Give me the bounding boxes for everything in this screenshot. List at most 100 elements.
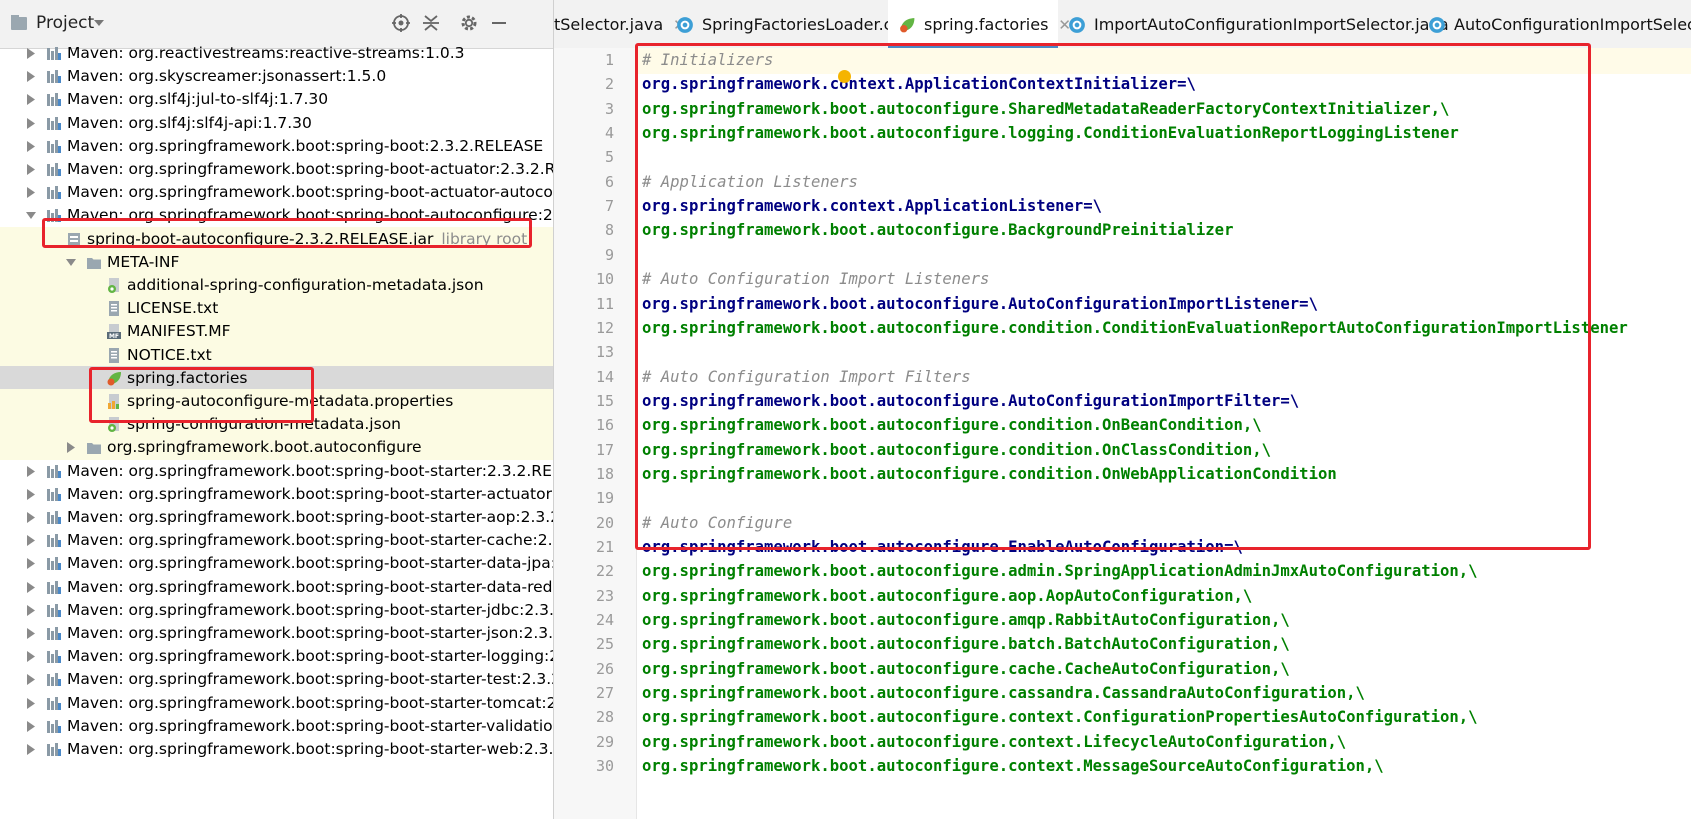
line-number: 13 — [595, 343, 614, 362]
collapsed-arrow-icon[interactable] — [26, 628, 36, 639]
tree-row[interactable]: Maven: org.springframework.boot:spring-b… — [0, 737, 553, 762]
tree-row[interactable]: Maven: org.slf4j:jul-to-slf4j:1.7.30 — [0, 87, 553, 112]
tree-row[interactable]: Maven: org.springframework.boot:spring-b… — [0, 528, 553, 553]
tree-row[interactable]: Maven: org.slf4j:slf4j-api:1.7.30 — [0, 111, 553, 136]
project-panel-title[interactable]: Project — [36, 13, 94, 33]
line-number: 20 — [595, 513, 614, 532]
collapsed-arrow-icon[interactable] — [26, 117, 36, 129]
collapsed-arrow-icon[interactable] — [26, 604, 36, 616]
tree-row[interactable]: org.springframework.boot.autoconfigure — [0, 435, 553, 461]
line-number: 29 — [595, 732, 614, 751]
tree-row[interactable]: MF MANIFEST.MF — [0, 319, 553, 345]
expanded-arrow-icon[interactable] — [66, 257, 76, 268]
collapsed-arrow-icon[interactable] — [26, 744, 36, 755]
library-icon — [46, 509, 62, 526]
collapsed-arrow-icon[interactable] — [66, 442, 76, 454]
collapsed-arrow-icon[interactable] — [26, 581, 36, 593]
collapsed-arrow-icon[interactable] — [26, 465, 36, 477]
tree-row-label: org.springframework.boot.autoconfigure — [107, 438, 422, 457]
collapsed-arrow-icon[interactable] — [26, 94, 36, 106]
tree-row[interactable]: Maven: org.skyscreamer:jsonassert:1.5.0 — [0, 64, 553, 89]
line-number: 19 — [595, 489, 614, 508]
line-number: 9 — [604, 245, 614, 264]
library-icon — [46, 68, 62, 85]
line-number: 3 — [604, 99, 614, 118]
folder-icon — [86, 439, 102, 456]
property-value-line: org.springframework.boot.autoconfigure.c… — [642, 757, 1384, 776]
line-number: 1 — [604, 51, 614, 69]
tree-row[interactable]: Maven: org.springframework.boot:spring-b… — [0, 575, 553, 600]
property-value-line: org.springframework.boot.autoconfigure.c… — [642, 732, 1347, 751]
tree-row[interactable]: Maven: org.springframework.boot:spring-b… — [0, 644, 553, 669]
line-number: 15 — [595, 391, 614, 410]
editor-tab[interactable]: spring.factories ✕ — [888, 0, 1071, 48]
collapsed-arrow-icon[interactable] — [26, 720, 36, 732]
tree-row-label: Maven: org.springframework.boot:spring-b… — [67, 484, 553, 503]
tree-row[interactable]: Maven: org.springframework.boot:spring-b… — [0, 157, 553, 182]
property-value-line: org.springframework.boot.autoconfigure.c… — [642, 708, 1478, 727]
library-icon — [46, 671, 62, 688]
tree-row[interactable]: LICENSE.txt — [0, 296, 553, 322]
collapsed-arrow-icon[interactable] — [26, 488, 36, 500]
settings-gear-icon[interactable] — [458, 12, 480, 34]
collapsed-arrow-icon[interactable] — [26, 140, 36, 152]
editor-tab[interactable]: ImportAutoConfigurationImportSelector.ja… — [1058, 0, 1449, 48]
tree-row[interactable]: Maven: org.springframework.boot:spring-b… — [0, 459, 553, 484]
tree-row[interactable]: Maven: org.springframework.boot:spring-b… — [0, 691, 553, 716]
library-icon — [46, 184, 62, 201]
tree-row[interactable]: Maven: org.springframework.boot:spring-b… — [0, 598, 553, 623]
property-value-line: org.springframework.boot.autoconfigure.c… — [642, 659, 1290, 678]
hide-panel-icon[interactable] — [488, 12, 510, 34]
svg-text:MF: MF — [109, 333, 119, 340]
editor-tab[interactable]: AutoConfigurationImportSelector — [1418, 0, 1691, 48]
line-number: 10 — [595, 270, 614, 289]
tab-label: ImportAutoConfigurationImportSelector.ja… — [1094, 15, 1449, 34]
library-icon — [46, 486, 62, 503]
collapsed-arrow-icon[interactable] — [26, 674, 36, 686]
collapsed-arrow-icon[interactable] — [26, 535, 36, 547]
collapsed-arrow-icon[interactable] — [26, 651, 36, 663]
dropdown-arrow-icon[interactable] — [92, 16, 106, 30]
line-number: 4 — [604, 124, 614, 143]
library-icon — [46, 741, 62, 758]
line-number: 11 — [595, 294, 614, 313]
library-icon — [46, 625, 62, 642]
tree-row[interactable]: Maven: org.springframework.boot:spring-b… — [0, 482, 553, 507]
locate-file-icon[interactable] — [390, 12, 412, 34]
tree-row-label: MANIFEST.MF — [127, 322, 231, 341]
collapsed-arrow-icon[interactable] — [26, 512, 36, 523]
tree-row[interactable]: Maven: org.springframework.boot:spring-b… — [0, 714, 553, 739]
tree-row[interactable]: NOTICE.txt — [0, 342, 553, 368]
collapse-all-icon[interactable] — [420, 12, 442, 34]
tree-row[interactable]: additional-spring-configuration-metadata… — [0, 273, 553, 298]
editor-tab[interactable]: SpringFactoriesLoader.class✕ — [666, 0, 946, 48]
tree-row[interactable]: Maven: org.springframework.boot:spring-b… — [0, 621, 553, 646]
tab-label: tSelector.java — [554, 15, 664, 34]
collapsed-arrow-icon[interactable] — [26, 187, 36, 199]
line-number: 16 — [595, 416, 614, 435]
collapsed-arrow-icon[interactable] — [26, 48, 36, 59]
line-number: 6 — [604, 172, 614, 191]
tree-row[interactable]: Maven: org.springframework.boot:spring-b… — [0, 134, 553, 159]
editor-tab[interactable]: tSelector.java✕ — [554, 0, 686, 48]
property-value-line: org.springframework.boot.autoconfigure.c… — [642, 684, 1365, 703]
library-icon — [46, 555, 62, 572]
collapsed-arrow-icon[interactable] — [26, 164, 36, 175]
collapsed-arrow-icon[interactable] — [26, 697, 36, 709]
tree-row[interactable]: META-INF — [0, 249, 553, 275]
library-icon — [46, 602, 62, 619]
collapsed-arrow-icon[interactable] — [26, 558, 36, 570]
line-number: 7 — [604, 197, 614, 216]
collapsed-arrow-icon[interactable] — [26, 71, 36, 83]
highlight-box-spring-factories-file — [89, 367, 314, 423]
expanded-arrow-icon[interactable] — [26, 210, 36, 221]
library-icon — [46, 115, 62, 132]
tree-row[interactable]: Maven: org.springframework.boot:spring-b… — [0, 551, 553, 576]
tab-label: AutoConfigurationImportSelector — [1454, 15, 1691, 34]
tree-row-label: Maven: org.springframework.boot:spring-b… — [67, 647, 553, 666]
property-value-line: org.springframework.boot.autoconfigure.a… — [642, 586, 1253, 605]
tree-row[interactable]: Maven: org.reactivestreams:reactive-stre… — [0, 41, 553, 66]
tree-row[interactable]: Maven: org.springframework.boot:spring-b… — [0, 180, 553, 205]
tree-row[interactable]: Maven: org.springframework.boot:spring-b… — [0, 667, 553, 692]
tree-row[interactable]: Maven: org.springframework.boot:spring-b… — [0, 505, 553, 530]
